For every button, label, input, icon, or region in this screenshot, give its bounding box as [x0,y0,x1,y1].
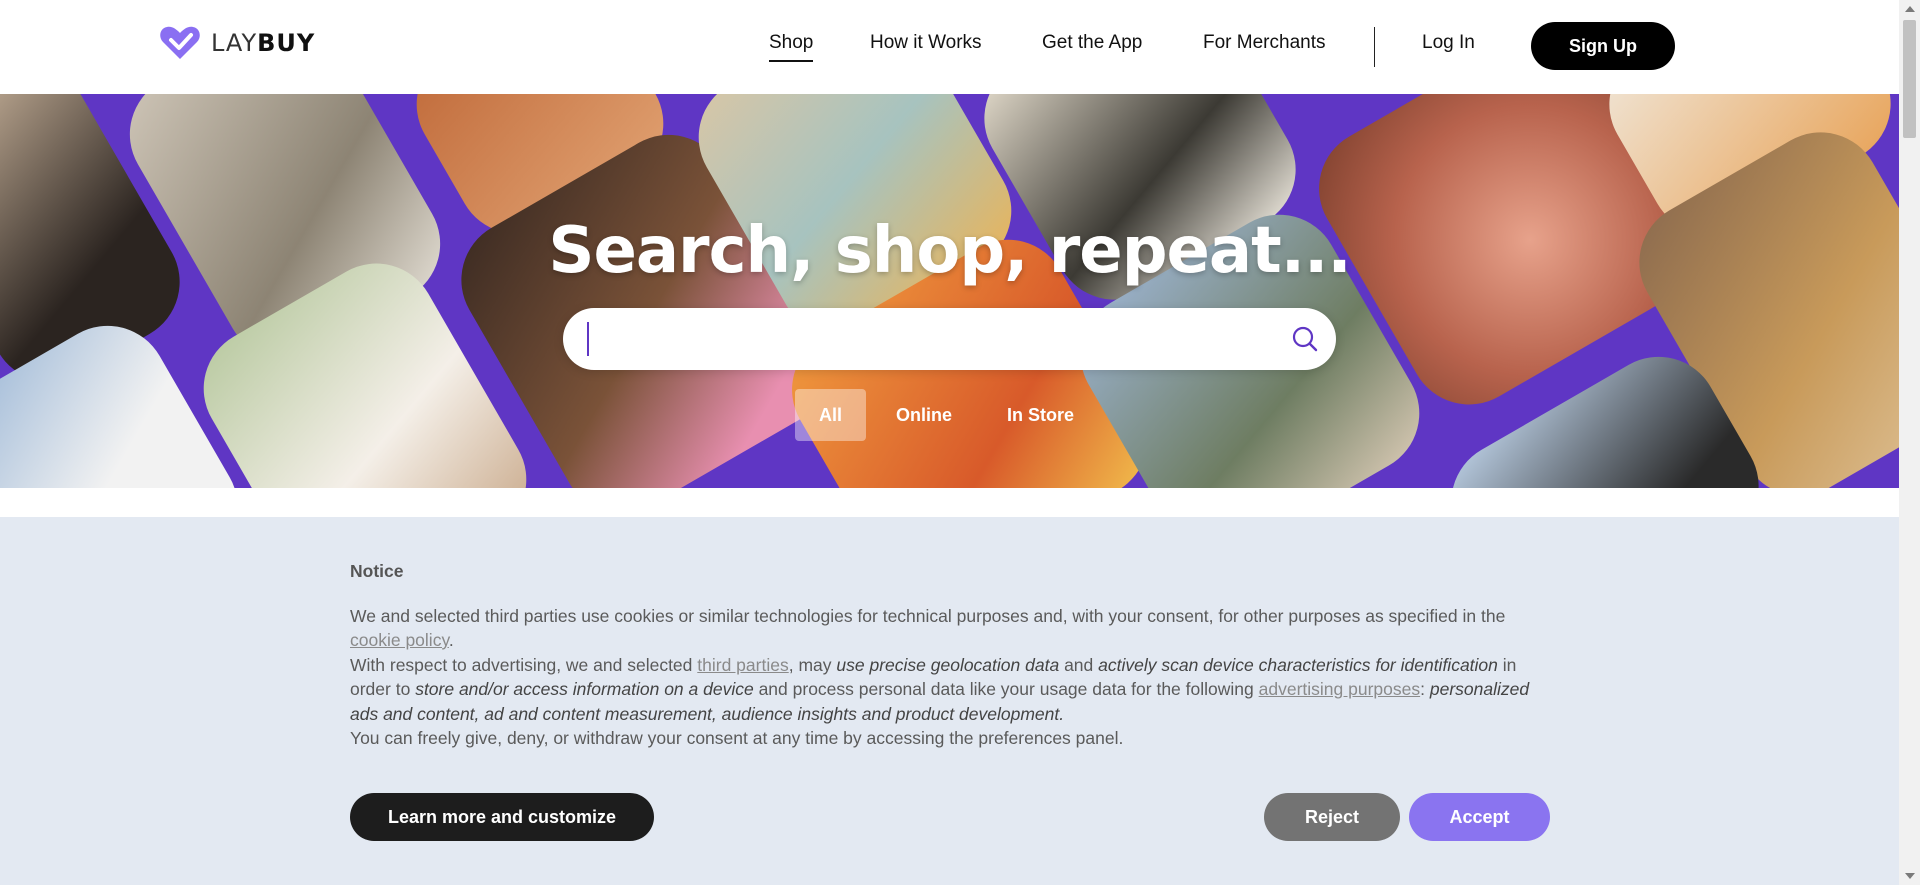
search-input[interactable] [587,322,1267,356]
cookie-notice-body: Notice We and selected third parties use… [350,559,1540,751]
heart-check-logo-icon [160,26,200,60]
login-link[interactable]: Log In [1422,32,1475,54]
third-parties-link[interactable]: third parties [697,655,788,675]
search-icon [1292,326,1318,352]
page: LAYBUY Shop How it Works Get the App For… [0,0,1920,885]
logo-wordmark: LAYBUY [211,29,315,57]
advertising-purposes-link[interactable]: advertising purposes [1259,679,1420,699]
cookie-notice-emphasis: use precise geolocation data [836,654,1060,675]
filter-tab-in-store[interactable]: In Store [982,389,1104,441]
hero-title: Search, shop, repeat... [548,214,1351,288]
filter-tab-online[interactable]: Online [866,389,982,441]
vertical-scrollbar[interactable] [1899,0,1920,885]
cookie-notice-paragraph-2: With respect to advertising, we and sele… [350,653,1540,727]
hero-banner: Search, shop, repeat... All Online In St… [0,94,1899,488]
scrollbar-thumb[interactable] [1903,20,1916,138]
cookie-notice-emphasis: store and/or access information on a dev… [415,679,754,699]
cookie-notice-text: We and selected third parties use cookie… [350,605,1506,626]
accept-button[interactable]: Accept [1409,793,1550,841]
nav-item-get-the-app[interactable]: Get the App [1042,32,1142,54]
cookie-notice-title: Notice [350,561,404,581]
cookie-policy-link[interactable]: cookie policy [350,630,449,650]
nav-item-shop[interactable]: Shop [769,32,814,62]
logo-word-lay: LAY [211,29,258,57]
nav-item-for-merchants[interactable]: For Merchants [1203,32,1325,54]
cookie-notice-text: and [1064,654,1094,675]
search-bar [563,308,1336,370]
search-button[interactable] [1278,312,1332,366]
reject-button[interactable]: Reject [1264,793,1400,841]
cookie-notice-punct: . [448,630,454,650]
cookie-notice: Notice We and selected third parties use… [0,517,1899,885]
laybuy-logo[interactable]: LAYBUY [159,25,315,61]
cookie-notice-emphasis: actively scan device characteristics for… [1098,654,1498,675]
cookie-notice-paragraph-3: You can freely give, deny, or withdraw y… [350,728,1124,748]
cookie-notice-text: and process personal data like your usag… [758,679,1254,699]
signup-button[interactable]: Sign Up [1531,22,1675,70]
nav-divider [1374,27,1375,67]
cookie-notice-punct: : [1420,679,1425,699]
scroll-down-arrow-icon[interactable] [1905,873,1915,879]
cookie-notice-paragraph-1: We and selected third parties use cookie… [350,604,1540,653]
cookie-notice-text: With respect to advertising, we and sele… [350,654,693,675]
cookie-notice-text: , may [788,654,832,675]
nav-item-how-it-works[interactable]: How it Works [870,32,982,54]
learn-more-customize-button[interactable]: Learn more and customize [350,793,654,841]
scroll-up-arrow-icon[interactable] [1905,6,1915,12]
search-filter-tabs: All Online In Store [795,389,1104,441]
site-header: LAYBUY Shop How it Works Get the App For… [0,0,1899,94]
filter-tab-all[interactable]: All [795,389,867,441]
logo-word-buy: BUY [257,29,316,57]
